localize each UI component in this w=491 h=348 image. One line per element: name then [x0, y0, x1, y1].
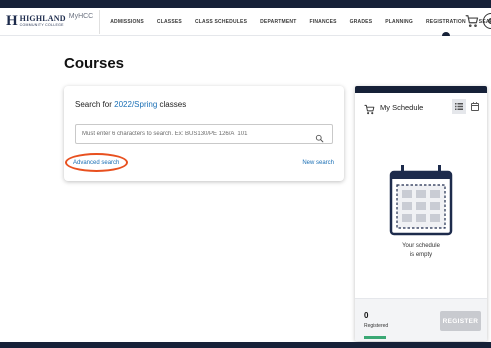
empty-schedule-line-2: is empty	[409, 252, 433, 258]
nav-item-planning[interactable]: PLANNING	[385, 8, 413, 35]
logo-monogram: H	[6, 13, 18, 29]
search-heading-suffix: classes	[159, 100, 187, 109]
search-heading: Search for 2022/Spring classes	[75, 100, 186, 109]
navbar: H HIGHLAND COMMUNITY COLLEGE MyHCC ADMIS…	[0, 8, 491, 36]
list-view-button[interactable]	[452, 99, 466, 114]
schedule-panel: My Schedule Your schedule is empty 0 Reg…	[355, 86, 487, 341]
schedule-panel-header-bar	[355, 86, 487, 93]
registered-indicator	[364, 336, 386, 339]
cart-icon[interactable]	[465, 14, 479, 28]
registered-label: Registered	[364, 323, 389, 329]
list-view-icon	[455, 103, 463, 110]
logo-text: HIGHLAND COMMUNITY COLLEGE	[20, 15, 66, 28]
empty-calendar-icon	[388, 164, 454, 236]
logo[interactable]: H HIGHLAND COMMUNITY COLLEGE MyHCC	[6, 9, 101, 34]
logo-sub: COMMUNITY COLLEGE	[19, 23, 64, 28]
schedule-footer: 0 Registered REGISTER	[355, 298, 487, 341]
calendar-view-button[interactable]	[468, 99, 482, 114]
search-input[interactable]	[82, 131, 312, 137]
schedule-cart-icon	[364, 102, 375, 115]
empty-schedule-line-1: Your schedule	[402, 243, 440, 249]
nav-menu: ADMISSIONS CLASSES CLASS SCHEDULES DEPAR…	[110, 8, 491, 36]
nav-item-classes[interactable]: CLASSES	[157, 8, 182, 35]
search-box	[75, 124, 333, 144]
nav-item-department[interactable]: DEPARTMENT	[260, 8, 296, 35]
calendar-view-icon	[471, 102, 479, 111]
advanced-search-link[interactable]: Advanced search	[73, 160, 119, 166]
nav-item-finances[interactable]: FINANCES	[309, 8, 336, 35]
logo-name: HIGHLAND	[19, 14, 66, 24]
search-icon[interactable]	[315, 130, 324, 143]
logo-app-name: MyHCC	[68, 12, 94, 20]
registered-count: 0	[364, 311, 369, 320]
term-link[interactable]: 2022/Spring	[114, 100, 157, 109]
top-border	[0, 0, 491, 8]
nav-item-registration[interactable]: REGISTRATION	[426, 8, 466, 36]
nav-item-grades[interactable]: GRADES	[350, 8, 373, 35]
schedule-title: My Schedule	[380, 103, 424, 112]
nav-item-admissions[interactable]: ADMISSIONS	[110, 8, 144, 35]
search-card: Search for 2022/Spring classes Advanced …	[64, 86, 344, 181]
register-button[interactable]: REGISTER	[440, 311, 481, 331]
page-title: Courses	[64, 55, 125, 72]
bottom-border	[0, 342, 491, 348]
empty-schedule-message: Your schedule is empty	[355, 242, 487, 260]
search-heading-prefix: Search for	[75, 100, 112, 109]
new-search-link[interactable]: New search	[302, 160, 334, 166]
page: H HIGHLAND COMMUNITY COLLEGE MyHCC ADMIS…	[0, 0, 491, 348]
nav-item-class-schedules[interactable]: CLASS SCHEDULES	[195, 8, 247, 35]
